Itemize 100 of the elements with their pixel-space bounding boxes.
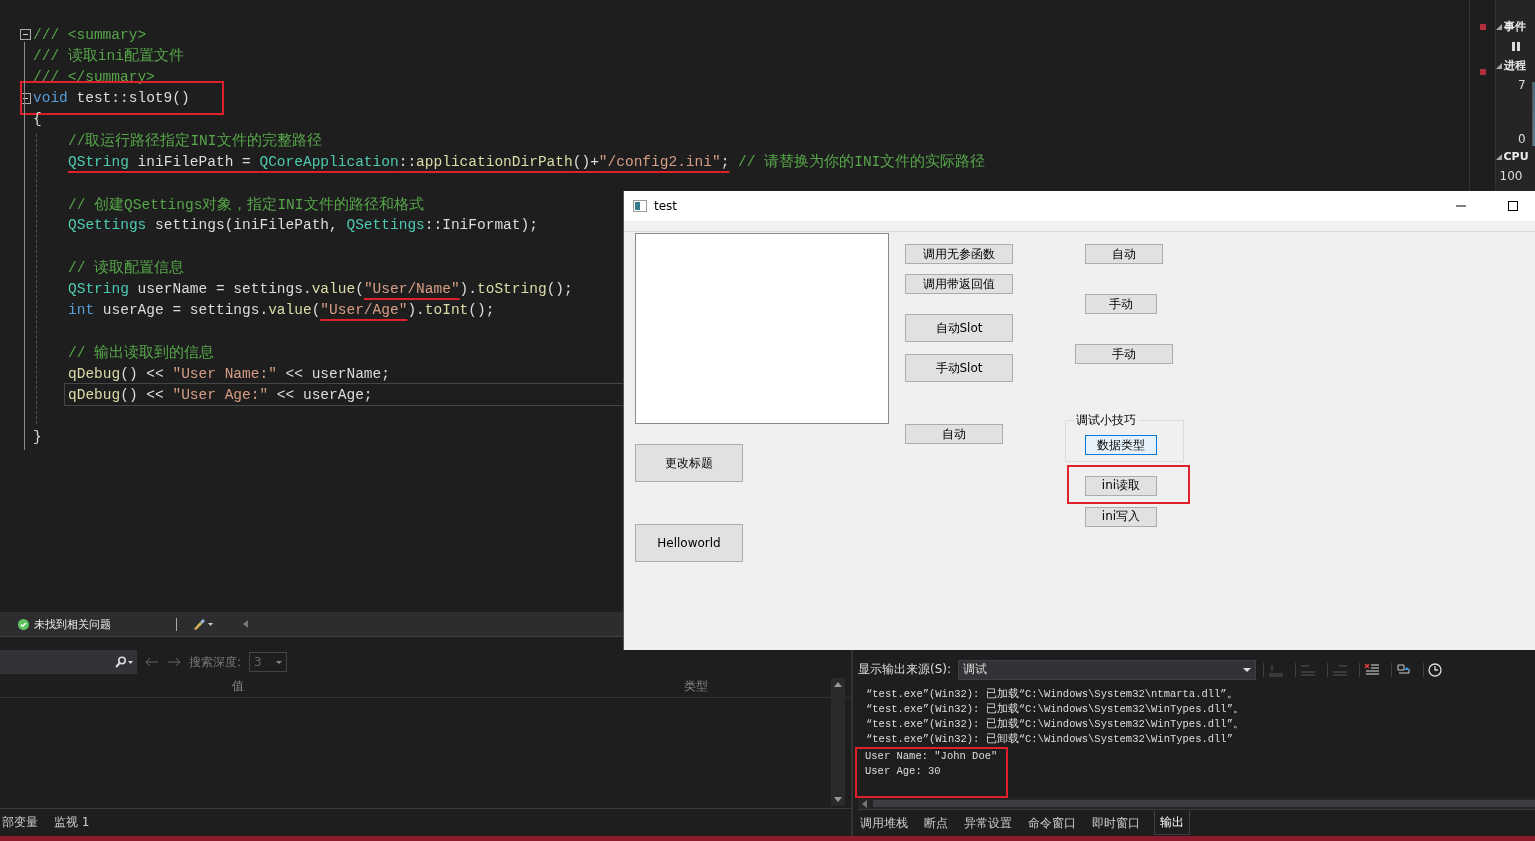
push-button[interactable]: 自动Slot [905, 314, 1013, 342]
app-icon [633, 200, 647, 212]
axis-label: 0 [1517, 132, 1526, 146]
code-token: // 请替换为你的INI文件的实际路径 [737, 152, 986, 172]
output-line: “test.exe”(Win32): 已卸载“C:\Windows\System32\WinTypes.dll” [865, 732, 1234, 747]
panel-tab[interactable]: 监视 1 [52, 811, 92, 834]
code-token: // 创建QSettings对象，指定INI文件的路径和格式 [68, 195, 424, 214]
output-line: User Age: 30 [864, 764, 942, 779]
code-token: toString [477, 280, 547, 297]
code-token: ). [459, 280, 477, 297]
code-token: ). [407, 302, 425, 319]
source-label: 显示输出来源(S): [858, 661, 952, 679]
code-token: "/config2.ini" [598, 153, 721, 170]
error-marker [1480, 24, 1486, 30]
code-token: "User/Name" [363, 280, 460, 297]
panel-tab[interactable]: 输出 [1154, 811, 1190, 836]
code-token: ()+ [572, 153, 599, 170]
collapse-icon[interactable] [20, 92, 31, 104]
output-line: “test.exe”(Win32): 已加载“C:\Windows\System32\ntmarta.dll”。 [865, 687, 1239, 702]
code-token: "User Age:" [172, 386, 269, 403]
code-token: << userName; [284, 365, 390, 382]
code-token: // 读取配置信息 [68, 258, 185, 278]
code-token: int [68, 302, 95, 319]
code-token: QSettings [68, 217, 147, 234]
output-source-dropdown[interactable]: 调试 [958, 659, 1257, 680]
code-token: QString [68, 280, 129, 297]
collapse-icon[interactable] [20, 29, 31, 41]
code-token: () << [120, 386, 165, 403]
error-marker [1480, 69, 1486, 75]
issues-status[interactable]: 未找到相关问题 [34, 616, 111, 632]
code-token: qDebug [68, 365, 121, 382]
output-line: “test.exe”(Win32): 已加载“C:\Windows\System32\WinTypes.dll”。 [865, 717, 1245, 732]
search-icon [113, 656, 135, 668]
code-token: << userAge; [275, 386, 373, 403]
column-header[interactable]: 值 [232, 677, 244, 695]
code-token: ; [720, 153, 730, 170]
push-button[interactable]: 自动 [1085, 244, 1163, 264]
panel-tab[interactable]: 异常设置 [962, 811, 1014, 835]
search-depth-label: 搜索深度: [189, 653, 242, 671]
code-token: applicationDirPath [416, 153, 573, 170]
push-button[interactable]: 手动Slot [905, 354, 1013, 382]
back-arrow-icon[interactable] [145, 657, 159, 667]
pause-icon[interactable] [1511, 41, 1520, 51]
scrollbar[interactable] [858, 798, 1535, 810]
code-token: "User/Age" [320, 302, 408, 319]
axis-label: 7 [1517, 78, 1526, 92]
output-line: User Name: "John Doe" [864, 749, 999, 764]
panel-tab[interactable]: 调用堆栈 [858, 811, 910, 835]
section-header[interactable]: CPU [1495, 148, 1535, 165]
section-header[interactable]: 进程 [1495, 57, 1535, 74]
code-token: } [33, 429, 42, 446]
code-token: userName = settings. [136, 280, 312, 297]
panel-tab[interactable]: 断点 [922, 811, 950, 835]
code-token: qDebug [68, 386, 121, 403]
push-button[interactable]: 更改标题 [635, 444, 743, 482]
code-token: () << [120, 365, 165, 382]
brush-icon[interactable] [192, 618, 214, 630]
group-title: 调试小技巧 [1074, 412, 1138, 429]
column-header[interactable]: 类型 [684, 677, 708, 695]
scrollbar[interactable] [831, 678, 845, 806]
code-token: userAge = settings. [101, 302, 269, 319]
code-token: test::slot9() [75, 90, 190, 107]
code-token: iniFilePath = [136, 153, 252, 170]
code-token: (); [468, 302, 495, 319]
window-title: test [654, 199, 678, 213]
code-token: QSettings [346, 217, 425, 234]
code-token: :: [398, 153, 417, 170]
axis-label: 100 [1499, 169, 1523, 183]
push-button[interactable]: 调用带返回值 [905, 274, 1013, 294]
push-button[interactable]: Helloworld [635, 524, 743, 562]
code-token: value [311, 280, 356, 297]
code-token: QCoreApplication [259, 153, 399, 170]
push-button[interactable]: ini读取 [1085, 475, 1157, 496]
panel-tab[interactable]: 即时窗口 [1090, 811, 1142, 835]
push-button[interactable]: 数据类型 [1085, 435, 1157, 455]
search-field[interactable] [0, 650, 137, 674]
code-token: QString [68, 153, 129, 170]
push-button[interactable]: 调用无参函数 [905, 244, 1013, 264]
panel-tab[interactable]: 部变量 [0, 811, 40, 834]
code-token: /// 读取ini配置文件 [33, 46, 184, 66]
output-line: “test.exe”(Win32): 已加载“C:\Windows\System32\WinTypes.dll”。 [865, 702, 1245, 717]
code-token: settings(iniFilePath, [154, 217, 339, 234]
scroll-left-icon[interactable] [243, 620, 248, 628]
code-token: // 输出读取到的信息 [68, 343, 215, 362]
panel-tab[interactable]: 命令窗口 [1026, 811, 1078, 835]
code-token: value [268, 302, 312, 319]
push-button[interactable]: 手动 [1085, 294, 1157, 314]
push-button[interactable]: ini写入 [1085, 506, 1157, 527]
code-token: /// </summary> [33, 68, 155, 85]
code-token: /// <summary> [33, 26, 147, 43]
code-token: ::IniFormat); [424, 217, 538, 234]
push-button[interactable]: 自动 [905, 424, 1003, 444]
code-token: ( [355, 280, 364, 297]
push-button[interactable]: 手动 [1075, 344, 1173, 364]
forward-arrow-icon[interactable] [167, 657, 181, 667]
code-token: ( [311, 302, 321, 319]
code-token: (); [546, 280, 573, 297]
section-header[interactable]: 事件 [1495, 18, 1535, 35]
code-token: //取运行路径指定INI文件的完整路径 [68, 131, 322, 151]
check-icon [18, 618, 29, 630]
